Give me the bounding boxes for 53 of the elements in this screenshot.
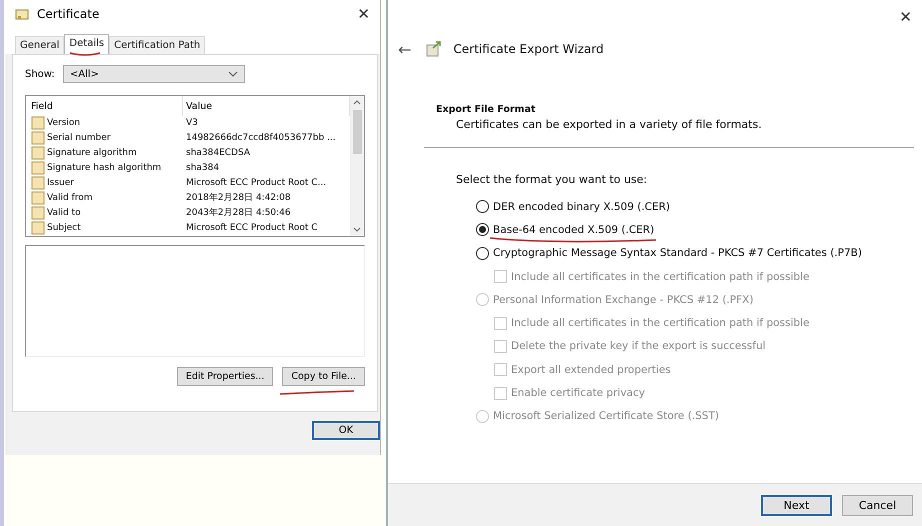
field-icon — [31, 220, 45, 235]
tab[interactable]: Details — [64, 34, 110, 54]
field-value: 2043年2月28日 4:50:46 — [185, 206, 292, 220]
field-icon — [31, 116, 45, 130]
certificate-icon — [15, 8, 29, 20]
show-dropdown[interactable]: <All> — [62, 65, 245, 83]
scroll-thumb[interactable] — [352, 110, 362, 154]
section-description: Certificates can be exported in a variety of file formats. — [455, 118, 763, 131]
scroll-up-icon[interactable] — [353, 99, 361, 105]
field-icon — [31, 176, 45, 190]
format-radio[interactable]: Base-64 encoded X.509 (.CER) — [476, 218, 922, 242]
scroll-down-icon[interactable] — [353, 227, 361, 233]
wizard-button[interactable]: Cancel — [842, 494, 913, 516]
certificate-export-icon — [425, 40, 444, 58]
window-title: Certificate — [37, 7, 100, 21]
field-value: 2018年2月28日 4:42:08 — [185, 192, 292, 204]
dialog-button[interactable]: Copy to File... — [282, 367, 365, 386]
dialog-button[interactable]: Edit Properties... — [176, 367, 274, 386]
field-name: Issuer — [47, 178, 74, 188]
format-radio[interactable]: Cryptographic Message Syntax Standard - PKCS #7 Certificates (.P7B) — [476, 242, 922, 265]
section-heading: Export File Format — [436, 104, 536, 115]
chevron-down-icon — [228, 71, 238, 77]
field-value: sha384 — [185, 163, 220, 174]
field-value: sha384ECDSA — [185, 148, 252, 158]
field-icon — [31, 146, 45, 160]
field-icon — [31, 131, 45, 146]
field-name: Serial number — [47, 133, 110, 144]
field-name: Valid to — [47, 208, 81, 218]
field-value: 14982666dc7ccd8f4053677bb ... — [185, 133, 337, 144]
tab[interactable]: General — [15, 36, 64, 54]
field-value: Microsoft ECC Product Root C... — [185, 178, 328, 188]
field-name: Signature hash algorithm — [47, 163, 162, 174]
field-value: V3 — [185, 118, 199, 128]
field-name: Subject — [47, 222, 81, 233]
scrollbar[interactable] — [350, 96, 364, 236]
field-name: Signature algorithm — [47, 148, 137, 158]
tab[interactable]: Certification Path — [109, 36, 206, 54]
wizard-title: Certificate Export Wizard — [453, 42, 604, 56]
back-button[interactable]: ← — [394, 40, 416, 58]
field-icon — [31, 161, 45, 176]
format-radio[interactable]: DER encoded binary X.509 (.CER) — [476, 195, 922, 218]
field-icon — [31, 206, 45, 220]
field-value: Microsoft ECC Product Root C — [185, 222, 319, 233]
field-name: Version — [47, 118, 80, 128]
field-name: Valid from — [47, 192, 92, 203]
close-button[interactable]: ✕ — [889, 8, 922, 26]
ok-button[interactable]: OK — [312, 421, 380, 440]
field-icon — [31, 190, 45, 205]
annotation-underline — [69, 51, 101, 57]
close-button[interactable]: ✕ — [347, 5, 380, 23]
show-label: Show: — [25, 68, 55, 80]
wizard-button[interactable]: Next — [761, 494, 832, 516]
format-prompt: Select the format you want to use: — [455, 173, 648, 186]
